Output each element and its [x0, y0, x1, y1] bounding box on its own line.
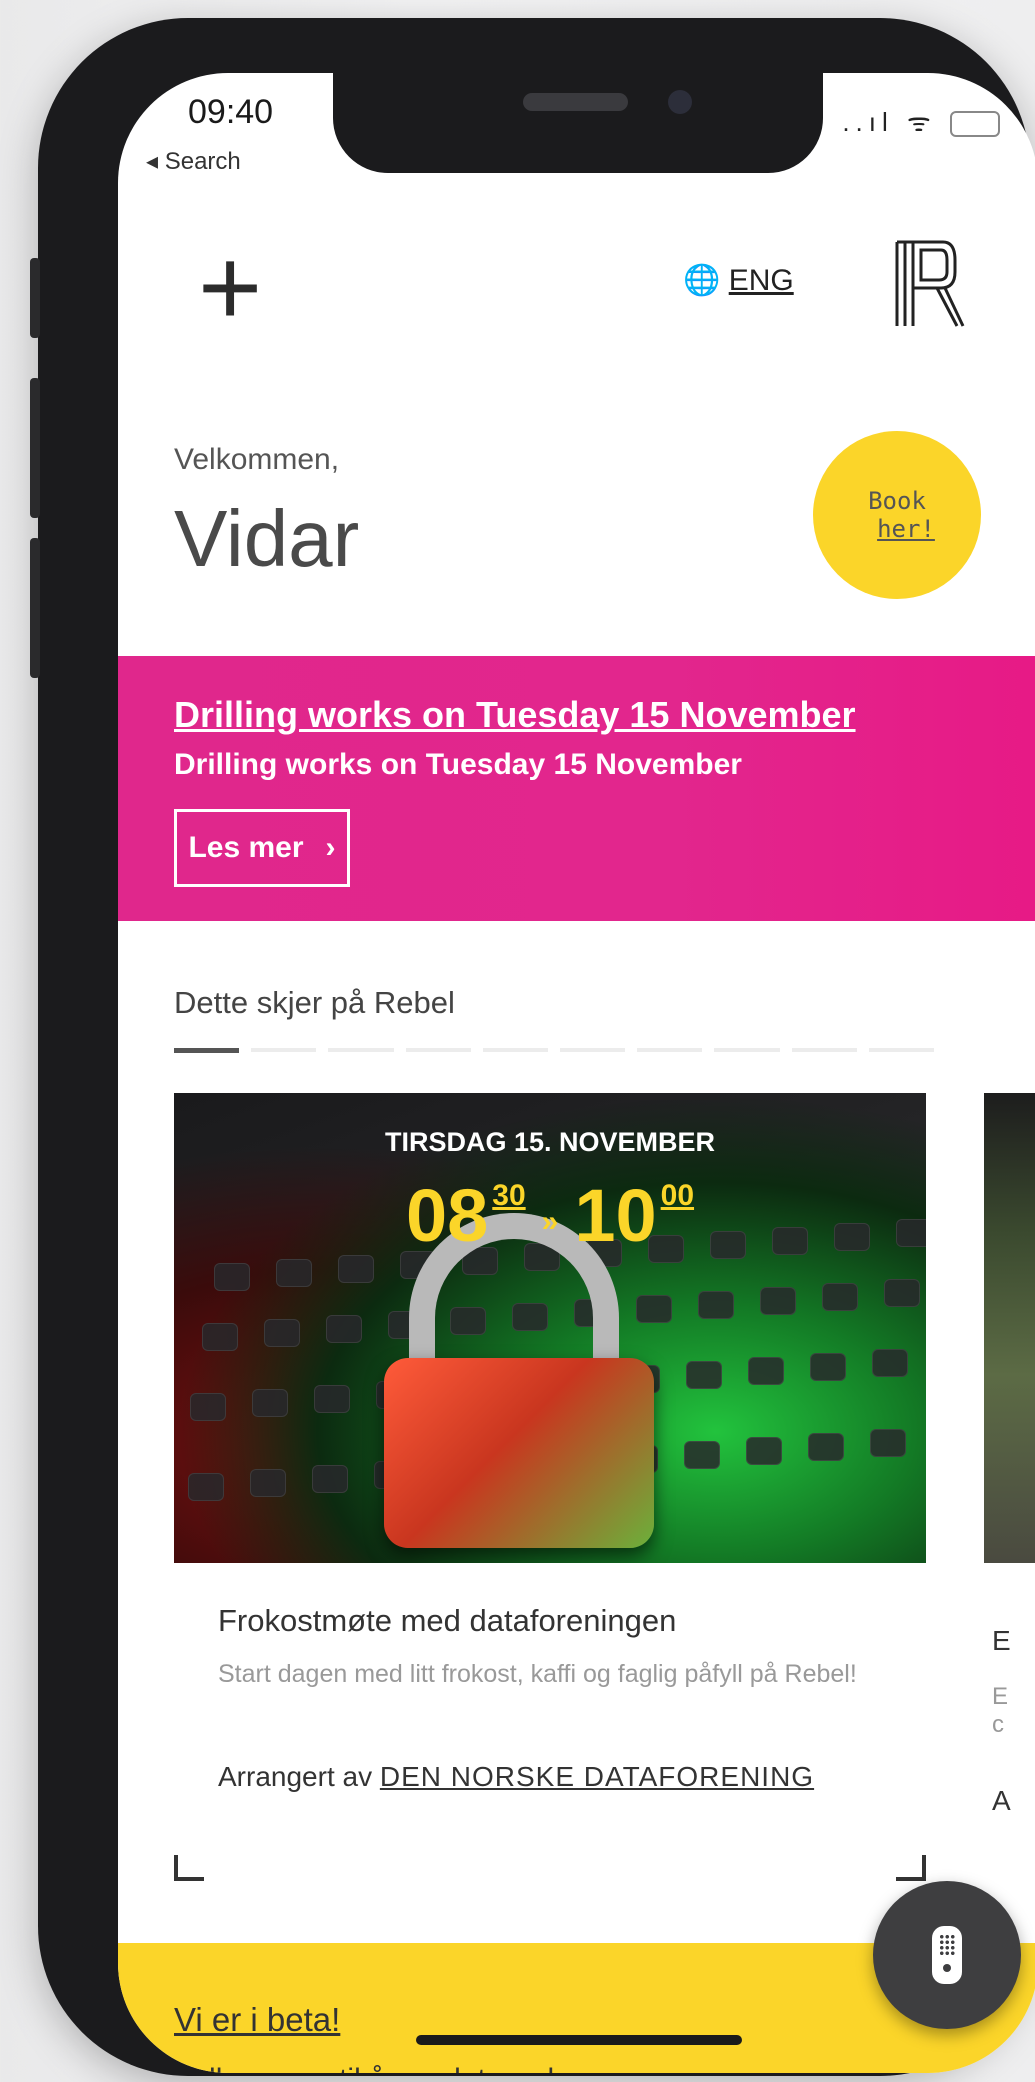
keyboard-key: [214, 1263, 250, 1291]
speaker: [523, 93, 628, 111]
pager-dot[interactable]: [560, 1048, 626, 1052]
keyboard-key: [808, 1433, 844, 1461]
event-organizer: Arrangert av DEN NORSKE DATAFORENING: [218, 1761, 814, 1793]
keyboard-key: [746, 1437, 782, 1465]
keyboard-key: [810, 1353, 846, 1381]
keyboard-key: [264, 1319, 300, 1347]
keyboard-key: [870, 1429, 906, 1457]
event-image: TIRSDAG 15. NOVEMBER 08 30 » 10 00: [174, 1093, 926, 1563]
remote-control-button[interactable]: [873, 1881, 1021, 2029]
read-more-button[interactable]: Les mer ›: [174, 809, 350, 887]
keyboard-key: [190, 1393, 226, 1421]
battery-icon: [950, 111, 1000, 138]
card-corner-bottom-left: [174, 1855, 204, 1881]
keyboard-key: [312, 1465, 348, 1493]
rebel-logo-icon[interactable]: [893, 238, 965, 330]
event-time: 08 30 » 10 00: [174, 1173, 926, 1258]
read-more-label: Les mer: [188, 831, 304, 864]
next-event-card-image[interactable]: [984, 1093, 1035, 1563]
event-card[interactable]: TIRSDAG 15. NOVEMBER 08 30 » 10 00 Frokostmø…: [174, 1093, 926, 1883]
keyboard-key: [884, 1279, 920, 1307]
wifi-icon: ᯤ: [907, 107, 937, 137]
notice-title-link[interactable]: Drilling works on Tuesday 15 November: [174, 694, 856, 736]
pager-dot[interactable]: [482, 1048, 549, 1052]
signal-icon: ..ıl: [842, 107, 894, 137]
event-title: Frokostmøte med dataforeningen: [218, 1603, 677, 1638]
event-end-hour: 10: [574, 1174, 657, 1257]
padlock-icon: [384, 1358, 654, 1548]
keyboard-key: [252, 1389, 288, 1417]
keyboard-key: [276, 1259, 312, 1287]
book-label: Book: [868, 487, 926, 515]
volume-down-button: [30, 538, 40, 678]
next-event-card[interactable]: E E c A: [984, 1563, 1035, 1883]
event-end-minutes: 00: [660, 1179, 695, 1212]
keyboard-key: [872, 1349, 908, 1377]
keyboard-key: [698, 1291, 734, 1319]
pager-dot[interactable]: [637, 1048, 703, 1052]
language-label: ENG: [728, 264, 794, 297]
phone-frame: 09:40 ◂ Search ..ıl ᯤ + 🌐 ENG Velkommen,…: [30, 18, 1035, 2076]
time-separator: »: [541, 1205, 559, 1238]
keyboard-key: [684, 1441, 720, 1469]
keyboard-key: [338, 1255, 374, 1283]
home-indicator[interactable]: [416, 2035, 742, 2045]
keyboard-key: [748, 1357, 784, 1385]
next-card-desc-2: c: [992, 1711, 1004, 1738]
events-section-title: Dette skjer på Rebel: [174, 985, 455, 1020]
front-camera: [668, 90, 692, 114]
user-name: Vidar: [174, 494, 360, 583]
add-icon[interactable]: +: [198, 233, 262, 343]
organizer-prefix: Arrangert av: [218, 1761, 373, 1792]
pager-dot[interactable]: [251, 1048, 317, 1052]
organizer-link[interactable]: DEN NORSKE DATAFORENING: [380, 1761, 814, 1792]
language-switcher[interactable]: 🌐 ENG: [683, 263, 794, 298]
pager-dot[interactable]: [405, 1048, 471, 1052]
keyboard-key: [314, 1385, 350, 1413]
status-icons: ..ıl ᯤ: [842, 103, 1000, 139]
notice-banner: Drilling works on Tuesday 15 November Dr…: [118, 656, 1035, 921]
status-time: 09:40: [188, 93, 274, 131]
keyboard-key: [250, 1469, 286, 1497]
book-here-link: her!: [877, 515, 935, 543]
pager-dot[interactable]: [791, 1048, 857, 1052]
app-screen: 09:40 ◂ Search ..ıl ᯤ + 🌐 ENG Velkommen,…: [118, 73, 1035, 2073]
next-card-title: E: [992, 1625, 1011, 1656]
keyboard-key: [202, 1323, 238, 1351]
pager-dot[interactable]: [174, 1048, 240, 1053]
event-start-hour: 08: [405, 1174, 489, 1257]
mute-switch: [30, 258, 40, 338]
welcome-label: Velkommen,: [174, 443, 340, 476]
next-card-desc: E: [992, 1683, 1009, 1710]
back-to-search-link[interactable]: ◂ Search: [146, 147, 241, 176]
card-corner-bottom-right: [896, 1855, 926, 1881]
next-card-organizer: A: [992, 1785, 1011, 1816]
chevron-right-icon: ›: [325, 831, 336, 864]
beta-title-link[interactable]: Vi er i beta!: [174, 2001, 340, 2039]
event-start-minutes: 30: [492, 1179, 526, 1212]
keyboard-key: [326, 1315, 362, 1343]
keyboard-key: [760, 1287, 796, 1315]
pager-dot[interactable]: [868, 1048, 935, 1052]
keyboard-key: [686, 1361, 722, 1389]
pager-dot[interactable]: [328, 1048, 394, 1052]
beta-text: Velkommen til å oppdatere denne appen: [174, 2063, 713, 2073]
event-date: TIRSDAG 15. NOVEMBER: [384, 1127, 716, 1157]
keyboard-key: [822, 1283, 858, 1311]
book-here-button[interactable]: Book her!: [813, 431, 981, 599]
globe-icon: 🌐: [683, 264, 721, 297]
remote-control-icon: [932, 1926, 962, 1984]
volume-up-button: [30, 378, 40, 518]
keyboard-key: [636, 1295, 672, 1323]
keyboard-key: [188, 1473, 224, 1501]
pager-dot[interactable]: [714, 1048, 780, 1052]
carousel-pager[interactable]: [174, 1048, 935, 1053]
notch: [333, 73, 823, 173]
event-description: Start dagen med litt frokost, kaffi og f…: [218, 1660, 857, 1688]
notice-subtitle: Drilling works on Tuesday 15 November: [174, 748, 742, 781]
